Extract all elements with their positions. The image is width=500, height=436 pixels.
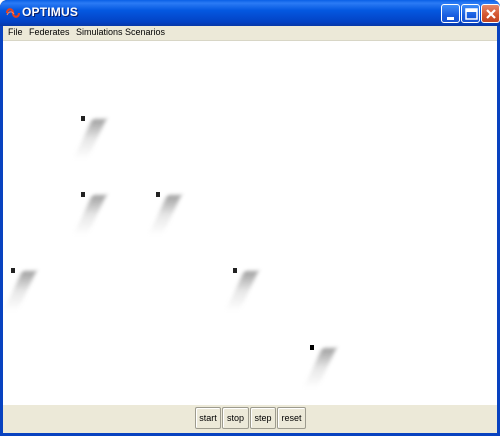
- optimus-app-icon: [5, 6, 21, 20]
- maximize-button[interactable]: [461, 4, 480, 23]
- menu-bar: File Federates Simulations Scenarios: [3, 26, 497, 40]
- agent-marker: [81, 116, 85, 121]
- simulation-canvas[interactable]: [3, 40, 497, 405]
- step-button[interactable]: step: [250, 407, 276, 429]
- minimize-button[interactable]: [441, 4, 460, 23]
- title-bar[interactable]: OPTIMUS: [0, 0, 500, 26]
- agent-marker: [81, 192, 85, 197]
- minimize-icon: [447, 17, 454, 20]
- agent-trail: [73, 195, 107, 235]
- agent-marker: [11, 268, 15, 273]
- stop-button[interactable]: stop: [222, 407, 249, 429]
- close-button[interactable]: [481, 4, 500, 23]
- menu-federates[interactable]: Federates: [29, 27, 70, 37]
- agent-trail: [73, 119, 107, 159]
- window-title: OPTIMUS: [22, 5, 79, 19]
- reset-button[interactable]: reset: [277, 407, 306, 429]
- start-button[interactable]: start: [195, 407, 221, 429]
- menu-file[interactable]: File: [8, 27, 23, 37]
- agent-trail: [303, 348, 337, 388]
- agent-marker: [233, 268, 237, 273]
- window-frame-left: [0, 26, 3, 436]
- control-bar: start stop step reset: [3, 405, 497, 433]
- app-window: OPTIMUS File Federates Simulations Scena…: [0, 0, 500, 436]
- agent-trail: [3, 271, 37, 311]
- client-area: File Federates Simulations Scenarios sta…: [3, 26, 497, 433]
- close-icon: [486, 9, 496, 19]
- agent-marker: [310, 345, 314, 350]
- maximize-icon: [465, 8, 478, 20]
- menu-simulations[interactable]: Simulations: [76, 27, 123, 37]
- agent-trail: [148, 195, 182, 235]
- menu-scenarios[interactable]: Scenarios: [125, 27, 165, 37]
- agent-trail: [225, 271, 259, 311]
- agent-marker: [156, 192, 160, 197]
